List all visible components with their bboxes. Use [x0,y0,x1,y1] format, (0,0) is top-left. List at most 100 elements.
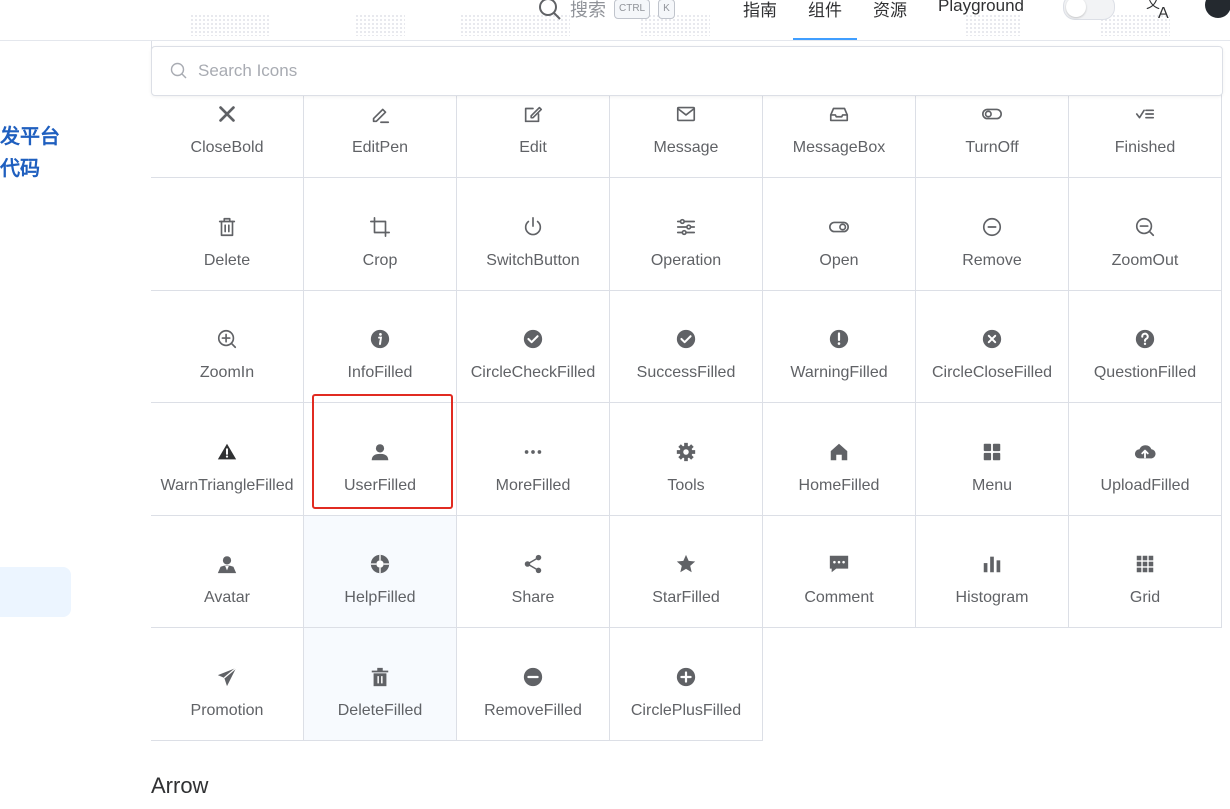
finished-icon [1134,103,1156,125]
icon-name: CloseBold [190,139,264,156]
icon-cell-circle-close-filled[interactable]: CircleCloseFilled [916,290,1069,403]
delete-filled-icon [369,666,391,688]
decorative-dots [190,14,270,36]
icon-name: Share [511,589,555,606]
icon-name: Tools [667,476,705,494]
crop-icon [369,216,391,238]
icon-cell-more-filled[interactable]: MoreFilled [457,403,610,516]
icon-cell-remove-filled[interactable]: RemoveFilled [457,628,610,741]
icon-cell-menu[interactable]: Menu [916,403,1069,516]
info-filled-icon [369,328,391,350]
search-icons-box[interactable] [151,46,1223,96]
operation-icon [675,216,697,238]
icon-name: Promotion [190,701,264,719]
icon-name: Delete [203,251,251,269]
comment-icon [828,553,850,575]
icon-cell-star-filled[interactable]: StarFilled [610,515,763,628]
icon-cell-delete-filled[interactable]: DeleteFilled [304,628,457,741]
theme-toggle[interactable] [1063,0,1115,20]
remove-filled-icon [522,666,544,688]
icon-name: Finished [1114,139,1176,156]
icon-cell-histogram[interactable]: Histogram [916,515,1069,628]
warn-triangle-filled-icon [216,441,238,463]
icon-cell-zoom-out[interactable]: ZoomOut [1069,178,1222,291]
icon-cell-question-filled[interactable]: QuestionFilled [1069,290,1222,403]
edit-pen-icon [369,103,391,125]
icon-name: WarningFilled [790,364,888,381]
edit-icon [522,103,544,125]
sun-icon [1066,0,1086,17]
icon-name: QuestionFilled [1093,364,1197,381]
icon-cell-delete[interactable]: Delete [151,178,304,291]
icon-name: Histogram [955,589,1029,606]
warning-filled-icon [828,328,850,350]
icon-cell-warning-filled[interactable]: WarningFilled [763,290,916,403]
icon-cell-upload-filled[interactable]: UploadFilled [1069,403,1222,516]
icon-name: Comment [804,589,874,606]
icon-cell-warn-triangle-filled[interactable]: WarnTriangleFilled [151,403,304,516]
svg-text:A: A [1158,5,1169,20]
icon-name: CircleCloseFilled [931,364,1053,381]
icon-cell-share[interactable]: Share [457,515,610,628]
active-nav-indicator [793,38,857,40]
icon-name: Menu [971,476,1013,494]
avatar-icon [216,553,238,575]
icon-name: SuccessFilled [636,364,736,381]
zoom-out-icon [1134,216,1156,238]
kbd-ctrl: CTRL [614,0,651,19]
icon-name: Edit [519,139,547,156]
home-filled-icon [828,441,850,463]
icon-cell-comment[interactable]: Comment [763,515,916,628]
icon-cell-operation[interactable]: Operation [610,178,763,291]
icon-cell-switch-button[interactable]: SwitchButton [457,178,610,291]
open-icon [828,216,850,238]
icon-name: TurnOff [965,139,1019,156]
sidebar-active-item[interactable] [0,567,71,617]
menu-icon [981,441,1003,463]
icon-cell-crop[interactable]: Crop [304,178,457,291]
decorative-dots [355,14,405,36]
nav-search-label: 搜索 [570,0,606,20]
icon-name: Grid [1129,589,1161,606]
icon-cell-grid[interactable]: Grid [1069,515,1222,628]
circle-plus-filled-icon [675,666,697,688]
nav-link-guide[interactable]: 指南 [743,0,777,21]
nav-link-playground[interactable]: Playground [938,0,1024,16]
icon-name: CircleCheckFilled [470,364,596,381]
icon-cell-help-filled[interactable]: HelpFilled [304,515,457,628]
icon-name: MessageBox [792,139,886,156]
icon-name: UploadFilled [1100,476,1190,494]
icon-cell-avatar[interactable]: Avatar [151,515,304,628]
icon-cell-promotion[interactable]: Promotion [151,628,304,741]
icon-cell-info-filled[interactable]: InfoFilled [304,290,457,403]
icon-cell-home-filled[interactable]: HomeFilled [763,403,916,516]
icon-cell-zoom-in[interactable]: ZoomIn [151,290,304,403]
promotion-icon [216,666,238,688]
icon-name: HomeFilled [798,476,880,494]
icon-name: StarFilled [652,589,720,606]
github-icon[interactable] [1205,0,1230,18]
translate-icon[interactable]: 文 A [1146,0,1174,20]
nav-link-components[interactable]: 组件 [808,0,842,21]
search-icons-input[interactable] [196,55,1180,87]
icon-name: Operation [650,251,722,269]
search-icon [170,62,187,79]
icon-cell-tools[interactable]: Tools [610,403,763,516]
icon-cell-success-filled[interactable]: SuccessFilled [610,290,763,403]
message-box-icon [828,103,850,125]
help-filled-icon [369,553,391,575]
icon-name: RemoveFilled [484,701,582,719]
close-bold-icon [216,103,238,125]
sidebar-title-line1: 发平台 [0,126,60,148]
icon-name: EditPen [351,139,409,156]
nav-link-resources[interactable]: 资源 [873,0,907,21]
grid-icon [1134,553,1156,575]
icon-cell-circle-check-filled[interactable]: CircleCheckFilled [457,290,610,403]
search-icon [539,0,561,20]
icon-name: Avatar [204,589,250,606]
nav-search-button[interactable]: 搜索 CTRL K [538,0,675,22]
icon-cell-open[interactable]: Open [763,178,916,291]
more-filled-icon [522,441,544,463]
icon-cell-circle-plus-filled[interactable]: CirclePlusFilled [610,628,763,741]
icon-cell-remove[interactable]: Remove [916,178,1069,291]
